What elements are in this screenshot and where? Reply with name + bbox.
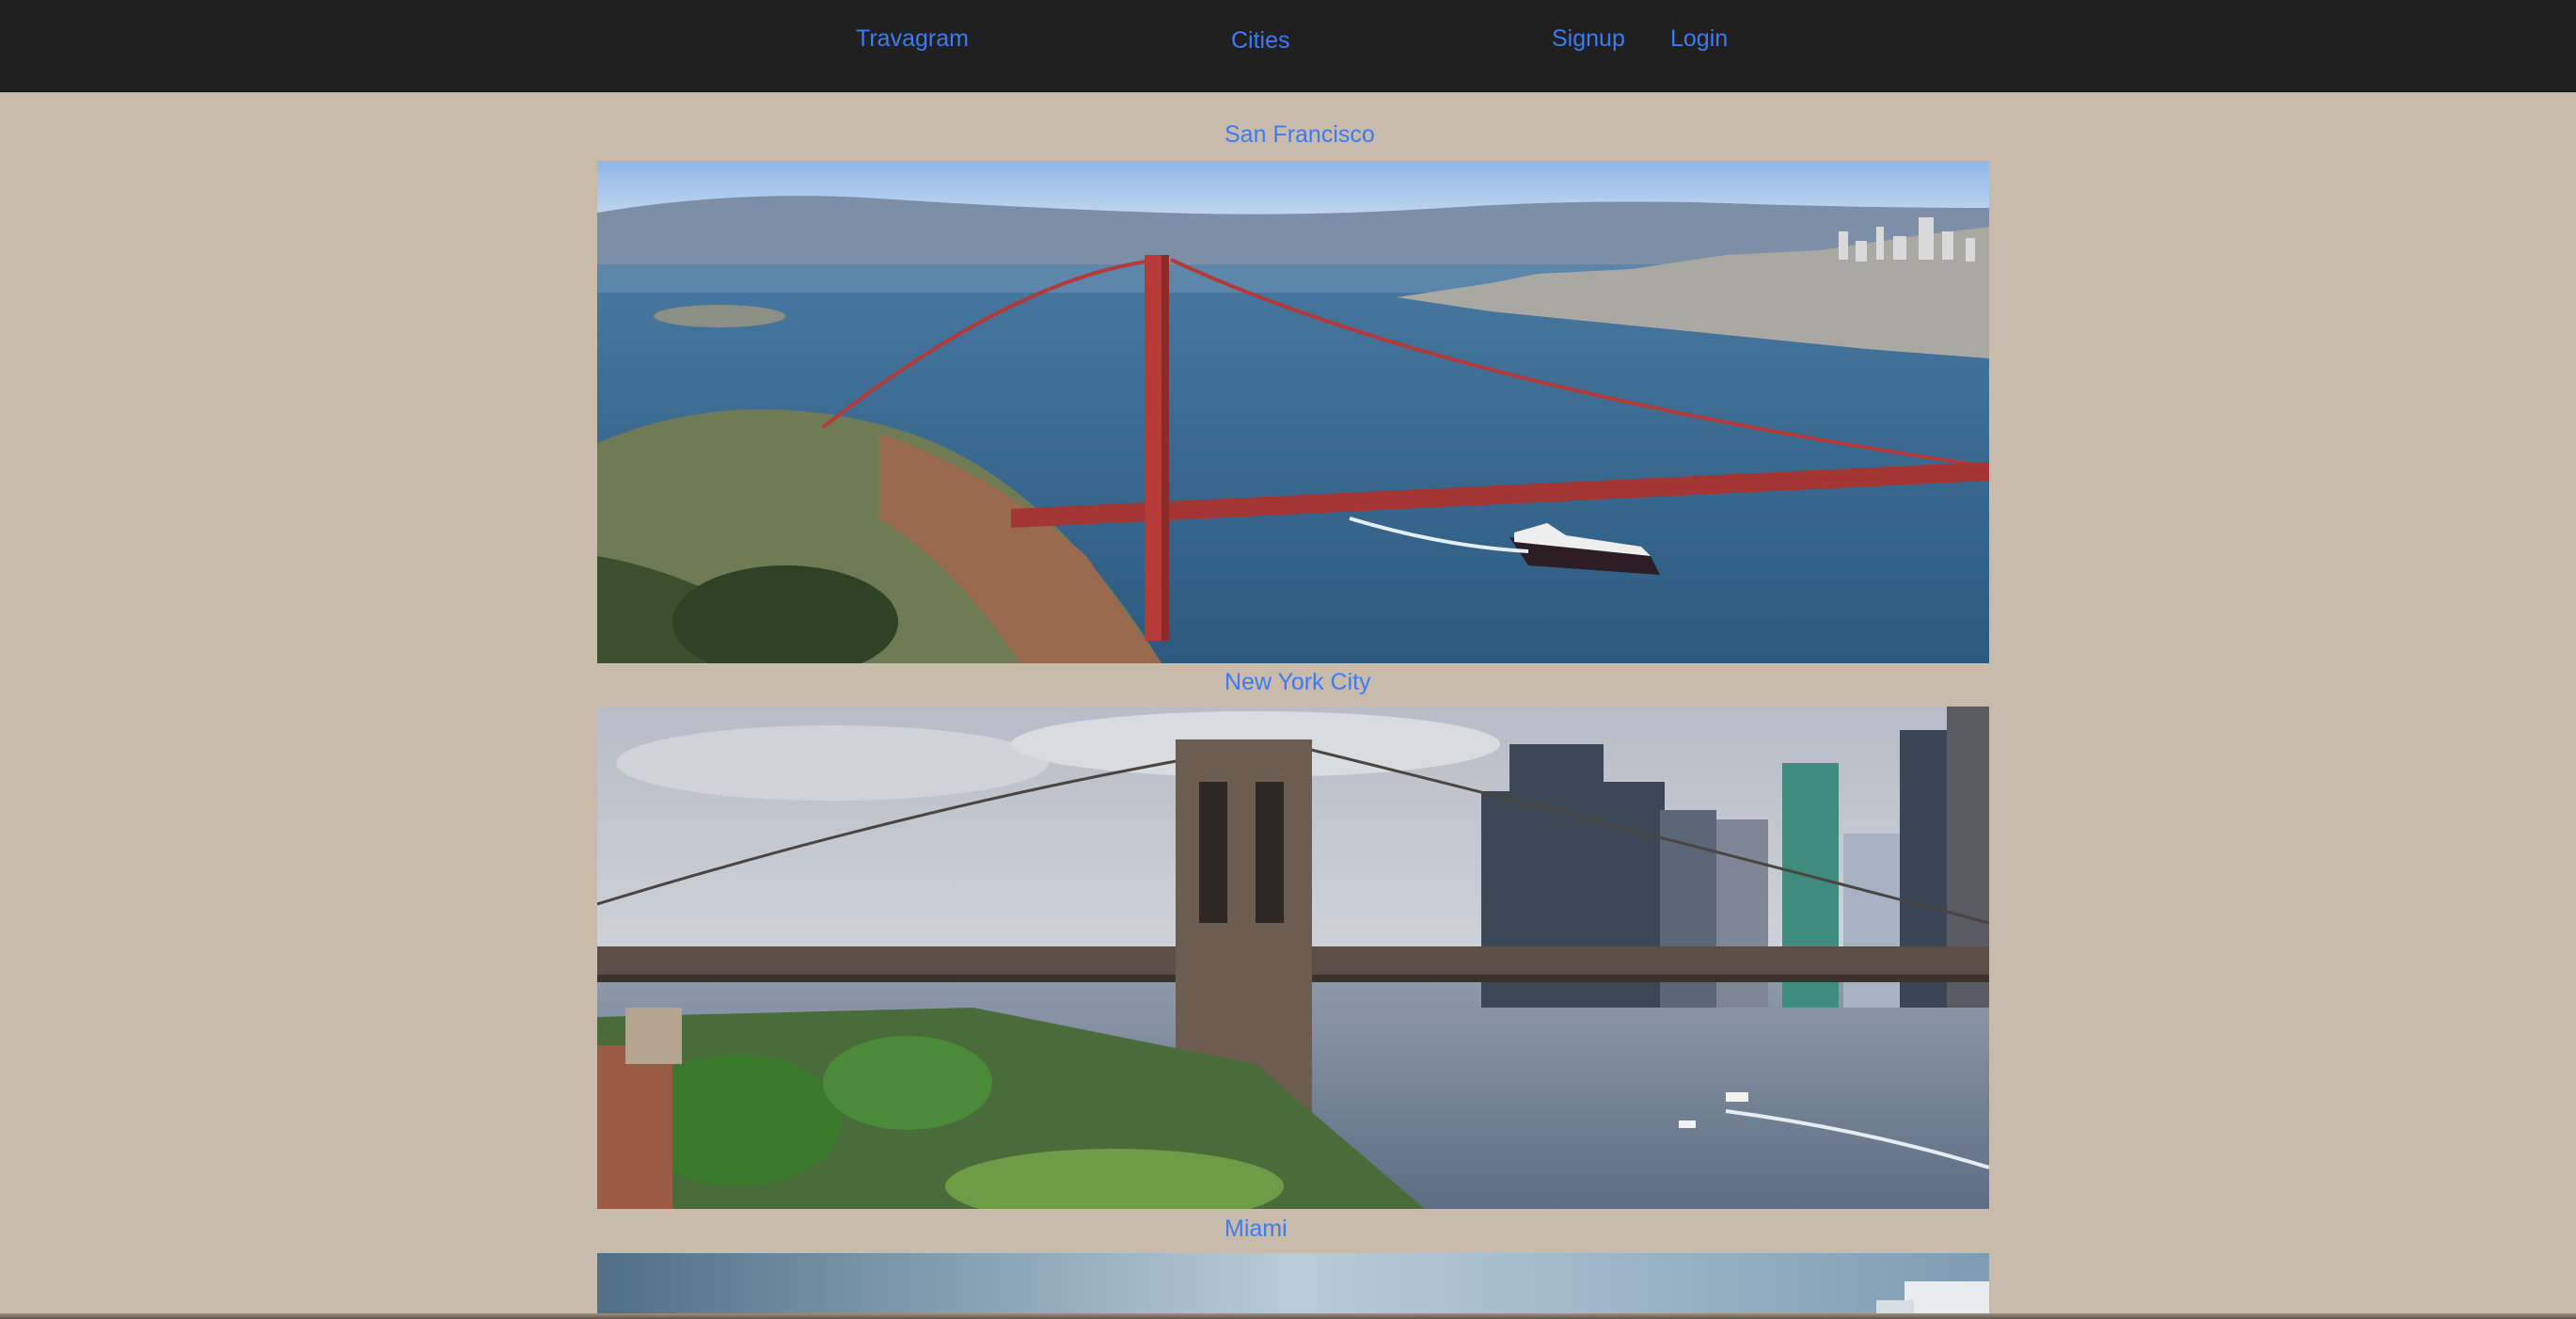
signup-link[interactable]: Signup xyxy=(1552,25,1625,53)
city-image-new-york-city[interactable] xyxy=(597,707,1989,1209)
city-image-san-francisco[interactable] xyxy=(597,161,1989,663)
city-title-san-francisco[interactable]: San Francisco xyxy=(1225,121,1375,149)
city-image-miami[interactable] xyxy=(597,1253,1989,1319)
top-navbar: Travagram Cities Signup Login xyxy=(0,0,2576,92)
city-title-miami[interactable]: Miami xyxy=(1225,1216,1288,1243)
brand-link[interactable]: Travagram xyxy=(856,25,969,53)
login-link[interactable]: Login xyxy=(1670,25,1728,53)
window-bottom-edge xyxy=(0,1313,2576,1319)
city-title-new-york-city[interactable]: New York City xyxy=(1225,669,1371,696)
cities-link[interactable]: Cities xyxy=(1231,27,1290,55)
